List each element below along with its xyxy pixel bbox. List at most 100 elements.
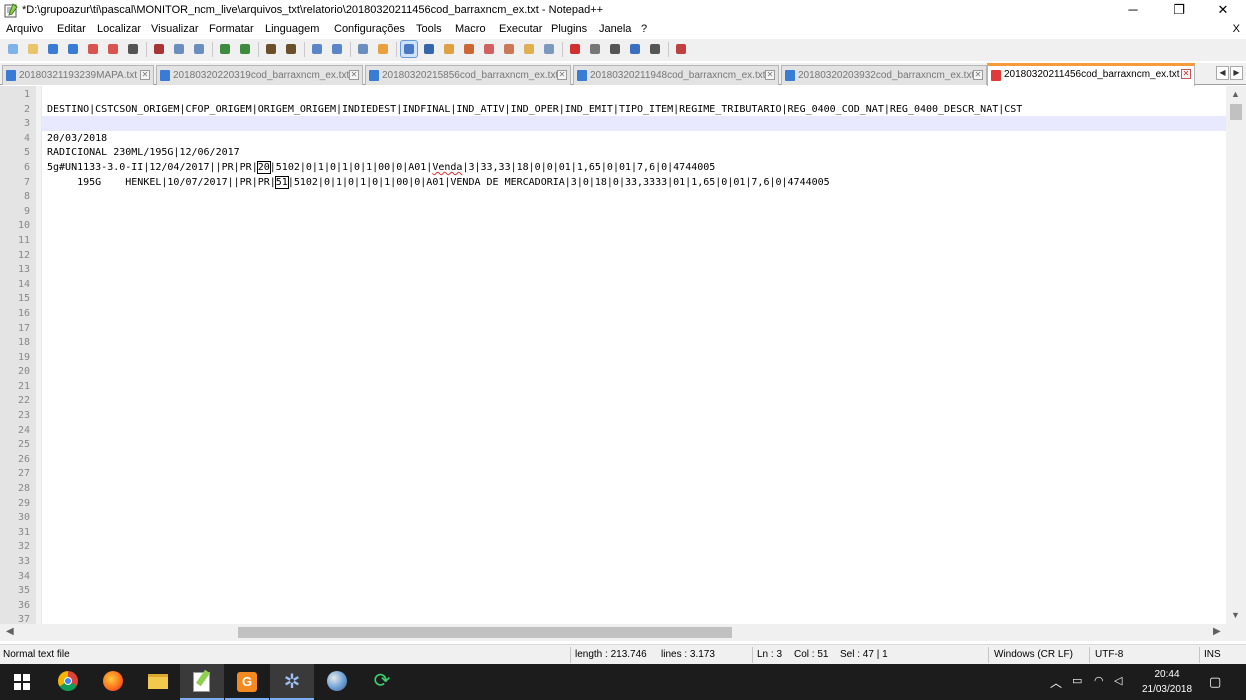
close-all-icon[interactable] bbox=[105, 41, 121, 57]
vertical-scrollbar[interactable]: ▲ ▼ bbox=[1226, 86, 1246, 624]
tab-document[interactable]: 20180321193239MAPA.txt ✕ bbox=[2, 65, 154, 85]
record-macro-icon[interactable] bbox=[567, 41, 583, 57]
paste-icon-glyph bbox=[194, 44, 204, 54]
paste-icon[interactable] bbox=[191, 41, 207, 57]
system-clock[interactable]: 20:44 21/03/2018 bbox=[1132, 667, 1202, 697]
copy-icon[interactable] bbox=[171, 41, 187, 57]
function-list-icon[interactable] bbox=[501, 41, 517, 57]
sync-app-taskbar-button[interactable]: ⟳ bbox=[360, 664, 404, 700]
sync-vertical-icon[interactable] bbox=[355, 41, 371, 57]
menu-executar[interactable]: Executar bbox=[499, 23, 542, 35]
text-editor[interactable]: 1 2 3 4 5 6 7 8 9 10 11 12 13 14 15 16 17 18 19 20 21 22 23 24 2… bbox=[0, 86, 1246, 624]
menu-macro[interactable]: Macro bbox=[455, 23, 486, 35]
volume-icon[interactable]: ◁ bbox=[1114, 674, 1122, 687]
cut-icon-glyph bbox=[154, 44, 164, 54]
tab-close-icon[interactable]: ✕ bbox=[140, 70, 150, 80]
menu-arquivo[interactable]: Arquivo bbox=[6, 23, 43, 35]
tab-close-icon[interactable]: ✕ bbox=[1181, 69, 1191, 79]
find-replace-icon[interactable] bbox=[283, 41, 299, 57]
line-number: 37 bbox=[17, 614, 30, 624]
tab-document[interactable]: 20180320203932cod_barraxncm_ex.txt ✕ bbox=[781, 65, 987, 85]
user-lang-icon[interactable] bbox=[461, 41, 477, 57]
close-icon[interactable] bbox=[85, 41, 101, 57]
cut-icon[interactable] bbox=[151, 41, 167, 57]
menu-configuracoes[interactable]: Configurações bbox=[334, 23, 405, 35]
scroll-left-icon[interactable]: ◀ bbox=[6, 626, 14, 637]
start-button[interactable] bbox=[0, 664, 44, 700]
doc-map-icon[interactable] bbox=[481, 41, 497, 57]
minimize-button[interactable]: ─ bbox=[1110, 0, 1156, 21]
tab-close-icon[interactable]: ✕ bbox=[557, 70, 567, 80]
tab-scroll-right-icon[interactable]: ▶ bbox=[1230, 66, 1243, 80]
menu-janela[interactable]: Janela bbox=[599, 23, 631, 35]
close-document-button[interactable]: X bbox=[1233, 23, 1240, 35]
firefox-taskbar-button[interactable] bbox=[91, 664, 135, 700]
settings-app-taskbar-button[interactable]: ✲ bbox=[270, 664, 314, 700]
save-macro-icon[interactable] bbox=[647, 41, 663, 57]
chrome-taskbar-button[interactable] bbox=[46, 664, 90, 700]
vertical-scroll-thumb[interactable] bbox=[1230, 104, 1242, 120]
horizontal-scrollbar[interactable]: ◀ ▶ bbox=[0, 624, 1226, 641]
menu-help[interactable]: ? bbox=[641, 23, 647, 35]
line-number-row: 25 bbox=[0, 438, 36, 453]
tab-close-icon[interactable]: ✕ bbox=[349, 70, 359, 80]
tab-scroll-left-icon[interactable]: ◀ bbox=[1216, 66, 1229, 80]
redo-icon[interactable] bbox=[237, 41, 253, 57]
indent-guide-icon[interactable] bbox=[441, 41, 457, 57]
wifi-icon[interactable]: ◠ bbox=[1094, 674, 1104, 687]
zoom-out-icon[interactable] bbox=[329, 41, 345, 57]
function-list-icon-glyph bbox=[504, 44, 514, 54]
tab-document[interactable]: 20180320220319cod_barraxncm_ex.txt ✕ bbox=[156, 65, 363, 85]
explorer-taskbar-button[interactable] bbox=[136, 664, 180, 700]
tab-document-active[interactable]: 20180320211456cod_barraxncm_ex.txt ✕ bbox=[987, 63, 1195, 86]
save-all-icon[interactable] bbox=[65, 41, 81, 57]
line-number: 23 bbox=[17, 410, 30, 422]
file-icon bbox=[6, 70, 16, 81]
notification-center-icon[interactable]: ▢ bbox=[1209, 674, 1221, 690]
spell-check-icon[interactable] bbox=[673, 41, 689, 57]
word-wrap-icon[interactable] bbox=[400, 40, 418, 58]
monitoring-icon[interactable] bbox=[541, 41, 557, 57]
tab-close-icon[interactable]: ✕ bbox=[765, 70, 775, 80]
tab-close-icon[interactable]: ✕ bbox=[973, 70, 983, 80]
menu-plugins[interactable]: Plugins bbox=[551, 23, 587, 35]
open-file-icon[interactable] bbox=[25, 41, 41, 57]
gear-app-icon: ✲ bbox=[283, 671, 301, 693]
play-macro-icon[interactable] bbox=[607, 41, 623, 57]
save-icon[interactable] bbox=[45, 41, 61, 57]
find-icon[interactable] bbox=[263, 41, 279, 57]
line-number: 36 bbox=[17, 599, 30, 611]
tray-expand-icon[interactable]: ︿ bbox=[1050, 674, 1062, 691]
menu-editar[interactable]: Editar bbox=[57, 23, 86, 35]
scroll-down-icon[interactable]: ▼ bbox=[1231, 610, 1240, 620]
menu-tools[interactable]: Tools bbox=[416, 23, 442, 35]
close-window-button[interactable]: ✕ bbox=[1200, 0, 1246, 21]
run-macro-multiple-icon[interactable] bbox=[627, 41, 643, 57]
menu-formatar[interactable]: Formatar bbox=[209, 23, 254, 35]
new-file-icon[interactable] bbox=[5, 41, 21, 57]
notepadpp-taskbar-button[interactable] bbox=[180, 664, 224, 700]
undo-icon[interactable] bbox=[217, 41, 233, 57]
menu-localizar[interactable]: Localizar bbox=[97, 23, 141, 35]
folder-workspace-icon[interactable] bbox=[521, 41, 537, 57]
menu-visualizar[interactable]: Visualizar bbox=[151, 23, 199, 35]
tab-document[interactable]: 20180320215856cod_barraxncm_ex.txt ✕ bbox=[365, 65, 571, 85]
paint-taskbar-button[interactable] bbox=[315, 664, 359, 700]
scroll-right-icon[interactable]: ▶ bbox=[1213, 626, 1221, 637]
stop-record-icon[interactable] bbox=[587, 41, 603, 57]
line-number: 9 bbox=[23, 205, 30, 217]
battery-icon[interactable]: ▭ bbox=[1072, 674, 1082, 687]
sync-horizontal-icon[interactable] bbox=[375, 41, 391, 57]
menu-linguagem[interactable]: Linguagem bbox=[265, 23, 319, 35]
google-app-taskbar-button[interactable]: G bbox=[225, 664, 269, 700]
code-line-5: RADICIONAL 230ML/195G|12/06/2017 bbox=[47, 147, 240, 159]
horizontal-scroll-thumb[interactable] bbox=[238, 627, 732, 638]
scroll-up-icon[interactable]: ▲ bbox=[1231, 89, 1240, 99]
show-all-chars-icon[interactable] bbox=[421, 41, 437, 57]
maximize-button[interactable]: ❐ bbox=[1156, 0, 1202, 21]
print-icon[interactable] bbox=[125, 41, 141, 57]
zoom-in-icon[interactable] bbox=[309, 41, 325, 57]
code-area[interactable]: DESTINO|CSTCSON_ORIGEM|CFOP_ORIGEM|ORIGE… bbox=[47, 88, 1227, 190]
tab-document[interactable]: 20180320211948cod_barraxncm_ex.txt ✕ bbox=[573, 65, 779, 85]
